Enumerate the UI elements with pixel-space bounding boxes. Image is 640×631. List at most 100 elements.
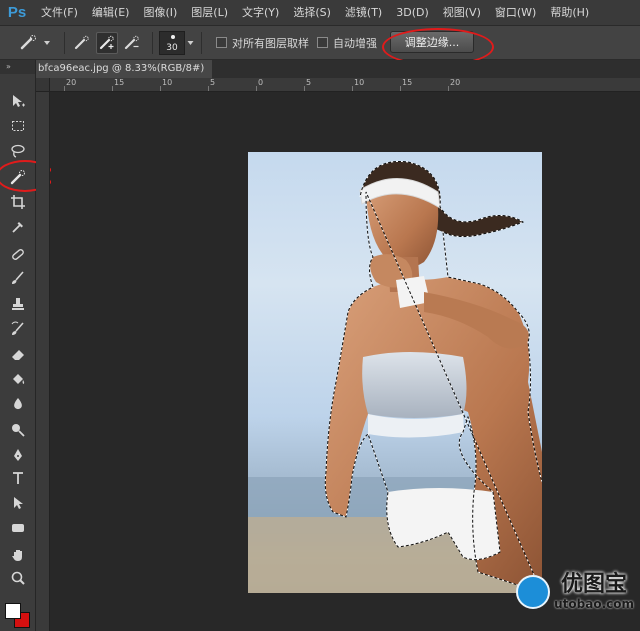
- brush-size-picker[interactable]: 30: [159, 30, 185, 55]
- color-swatches[interactable]: [5, 603, 33, 631]
- menu-filter[interactable]: 滤镜(T): [338, 0, 389, 26]
- quick-selection-subtract-icon: [124, 35, 139, 49]
- new-selection-button[interactable]: [71, 32, 93, 54]
- menu-image[interactable]: 图像(I): [136, 0, 184, 26]
- ruler-tick-label: 20: [66, 78, 77, 87]
- healing-brush-tool[interactable]: [6, 243, 30, 265]
- lasso-icon: [11, 144, 25, 158]
- vertical-ruler[interactable]: [36, 92, 50, 631]
- tool-preset-picker[interactable]: [18, 31, 58, 55]
- auto-enhance-label: 自动增强: [333, 36, 377, 50]
- sample-all-layers-label: 对所有图层取样: [232, 36, 309, 50]
- menu-3d[interactable]: 3D(D): [389, 0, 436, 26]
- dodge-tool[interactable]: [6, 418, 30, 440]
- zoom-tool[interactable]: [6, 567, 30, 589]
- ruler-tick: [352, 86, 353, 91]
- watermark-logo-icon: [516, 575, 551, 609]
- type-icon: [13, 472, 23, 484]
- document-tab[interactable]: bfca96eac.jpg @ 8.33%(RGB/8#): [36, 60, 213, 78]
- sample-all-layers-checkbox[interactable]: [216, 37, 227, 48]
- auto-enhance-checkbox[interactable]: [317, 37, 328, 48]
- eraser-tool[interactable]: [6, 343, 30, 365]
- ruler-tick-label: 5: [306, 78, 312, 87]
- rounded-rectangle-icon: [12, 524, 24, 532]
- clone-stamp-tool[interactable]: [6, 293, 30, 315]
- ruler-tick: [208, 86, 209, 91]
- rectangular-marquee-icon: [12, 121, 24, 131]
- quick-selection-new-icon: [74, 35, 89, 49]
- brush-size-value: 30: [166, 42, 178, 53]
- photoshop-logo: Ps: [7, 4, 27, 21]
- bandage-icon: [12, 249, 24, 260]
- dodge-icon: [12, 424, 25, 437]
- ruler-tick-label: 20: [450, 78, 461, 87]
- path-selection-tool[interactable]: [6, 492, 30, 514]
- hand-tool[interactable]: [6, 544, 30, 566]
- options-bar: 30 对所有图层取样 自动增强 调整边缘...: [0, 26, 640, 60]
- history-brush-tool[interactable]: [6, 318, 30, 340]
- menu-edit[interactable]: 编辑(E): [85, 0, 137, 26]
- stamp-icon: [12, 298, 24, 310]
- brush-tool[interactable]: [6, 267, 30, 289]
- brush-tip-icon: [171, 34, 175, 39]
- divider: [152, 31, 153, 54]
- ruler-tick: [256, 86, 257, 91]
- ruler-tick: [400, 86, 401, 91]
- ruler-tick-label: 0: [258, 78, 264, 87]
- ruler-tick: [448, 86, 449, 91]
- brush-icon: [12, 271, 24, 284]
- menu-select[interactable]: 选择(S): [286, 0, 338, 26]
- history-brush-icon: [11, 321, 24, 335]
- divider: [64, 31, 65, 54]
- tools-panel: »: [0, 60, 54, 631]
- menu-window[interactable]: 窗口(W): [488, 0, 543, 26]
- brush-size-dropdown[interactable]: [185, 31, 195, 55]
- eyedropper-icon: [12, 222, 23, 233]
- foreground-color-swatch[interactable]: [5, 603, 21, 619]
- ruler-tick: [160, 86, 161, 91]
- watermark-url: utobao.com: [554, 597, 634, 611]
- shape-tool[interactable]: [6, 517, 30, 539]
- watermark-title: 优图宝: [561, 572, 628, 597]
- add-to-selection-button[interactable]: [96, 31, 118, 54]
- menu-layer[interactable]: 图层(L): [184, 0, 235, 26]
- paint-bucket-tool[interactable]: [6, 368, 30, 390]
- blur-tool[interactable]: [6, 393, 30, 415]
- menu-view[interactable]: 视图(V): [436, 0, 488, 26]
- menu-help[interactable]: 帮助(H): [543, 0, 596, 26]
- type-tool[interactable]: [6, 467, 30, 489]
- hand-icon: [12, 550, 22, 561]
- runner-photo: [248, 160, 542, 593]
- marquee-tool[interactable]: [6, 115, 30, 137]
- ruler-tick-label: 15: [114, 78, 125, 87]
- chevron-down-icon: [187, 40, 193, 45]
- horizontal-ruler[interactable]: 20 15 10 5 0 5 10 15 20: [36, 78, 640, 92]
- pen-tool[interactable]: [6, 444, 30, 466]
- water-drop-icon: [14, 398, 22, 410]
- menu-file[interactable]: 文件(F): [34, 0, 85, 26]
- crop-tool[interactable]: [6, 191, 30, 213]
- move-icon: [13, 95, 25, 107]
- chevron-down-icon: [44, 40, 50, 45]
- pen-icon: [14, 449, 22, 461]
- ruler-tick: [304, 86, 305, 91]
- ruler-tick: [64, 86, 65, 91]
- crop-icon: [11, 195, 25, 209]
- eraser-icon: [12, 350, 24, 360]
- ruler-tick-label: 10: [354, 78, 365, 87]
- menu-bar: Ps 文件(F) 编辑(E) 图像(I) 图层(L) 文字(Y) 选择(S) 滤…: [0, 0, 640, 26]
- tools-panel-collapse[interactable]: »: [0, 60, 35, 74]
- document-image[interactable]: [248, 152, 542, 593]
- menu-type[interactable]: 文字(Y): [235, 0, 286, 26]
- ruler-origin[interactable]: [36, 78, 50, 92]
- ruler-tick-label: 5: [210, 78, 216, 87]
- subtract-from-selection-button[interactable]: [121, 32, 143, 54]
- watermark-text: 优图宝 utobao.com: [554, 572, 634, 612]
- lasso-tool[interactable]: [6, 140, 30, 162]
- arrow-pointer-icon: [14, 497, 23, 509]
- magnifier-icon: [11, 571, 25, 585]
- ruler-tick: [112, 86, 113, 91]
- move-tool[interactable]: [6, 90, 30, 112]
- eyedropper-tool[interactable]: [6, 216, 30, 238]
- quick-selection-icon: [20, 34, 36, 49]
